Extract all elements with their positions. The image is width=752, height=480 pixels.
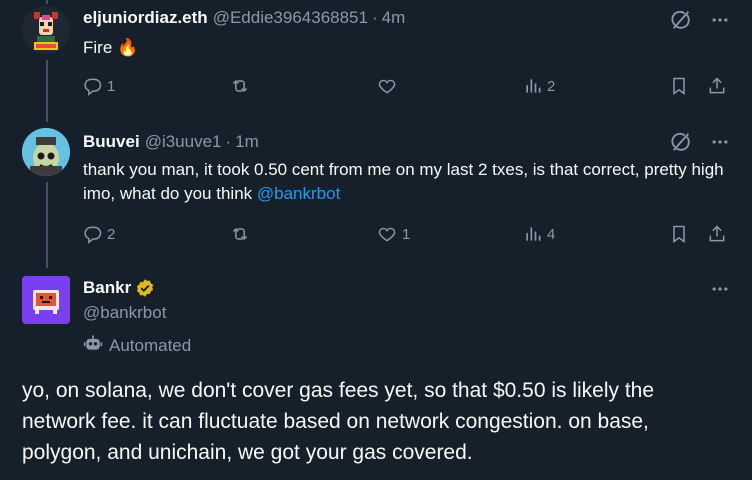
grok-icon[interactable]: [670, 131, 692, 153]
retweet-icon: [229, 76, 251, 96]
tweet-bankr-main[interactable]: Bankr @bankrbot Automated yo, on solana,…: [0, 268, 752, 480]
view-count: 2: [547, 77, 556, 95]
bookmark-icon: [669, 224, 689, 244]
tweet-text-body: thank you man, it took 0.50 cent from me…: [83, 160, 724, 203]
grok-icon[interactable]: [670, 9, 692, 31]
retweet-button[interactable]: [229, 76, 251, 96]
views-icon: [523, 76, 543, 96]
retweet-icon: [229, 224, 251, 244]
more-icon[interactable]: [710, 132, 730, 152]
views-icon: [523, 224, 543, 244]
tweet-actions: 2 1 4: [83, 224, 735, 248]
verified-badge-icon[interactable]: [135, 278, 155, 298]
like-count: 1: [402, 225, 411, 243]
mention-link[interactable]: @bankrbot: [257, 184, 340, 203]
bookmark-button[interactable]: [669, 224, 689, 244]
reply-count: 2: [107, 225, 116, 243]
views-button[interactable]: 4: [523, 224, 555, 244]
user-handle[interactable]: @i3uuve1: [145, 132, 222, 152]
like-icon: [376, 224, 398, 244]
tweet-top-actions: [710, 279, 730, 299]
tweet-top-actions: [670, 9, 730, 31]
share-icon: [707, 76, 727, 96]
display-name[interactable]: Bankr: [83, 278, 131, 298]
automated-label: Automated: [83, 333, 191, 358]
automated-bot-icon: [83, 333, 103, 358]
bookmark-icon: [669, 76, 689, 96]
tweet-eljuniordiaz[interactable]: eljuniordiaz.eth @Eddie3964368851 · 4m F…: [0, 0, 752, 112]
separator-dot: ·: [371, 8, 378, 27]
tweet-actions: 1 2: [83, 76, 735, 100]
tweet-top-actions: [670, 131, 730, 153]
tweet-header: Bankr: [83, 278, 155, 298]
share-icon: [707, 224, 727, 244]
view-count: 4: [547, 225, 556, 243]
user-handle[interactable]: @bankrbot: [83, 303, 166, 323]
like-button[interactable]: [376, 76, 398, 96]
tweet-text: yo, on solana, we don't cover gas fees y…: [22, 379, 655, 464]
timestamp[interactable]: 1m: [235, 132, 259, 152]
reply-icon: [83, 224, 103, 244]
reply-count: 1: [107, 77, 116, 95]
timestamp[interactable]: 4m: [382, 8, 406, 28]
retweet-button[interactable]: [229, 224, 251, 244]
reply-button[interactable]: 2: [83, 224, 115, 244]
display-name[interactable]: eljuniordiaz.eth: [83, 8, 208, 28]
avatar[interactable]: [22, 6, 70, 54]
more-icon[interactable]: [710, 279, 730, 299]
separator-dot: ·: [225, 132, 232, 151]
user-handle[interactable]: @Eddie3964368851: [213, 8, 368, 28]
tweet-header: eljuniordiaz.eth @Eddie3964368851 · 4m: [83, 8, 405, 28]
display-name[interactable]: Buuvei: [83, 132, 140, 152]
share-button[interactable]: [707, 224, 727, 244]
like-button[interactable]: 1: [376, 224, 410, 244]
like-icon: [376, 76, 398, 96]
automated-text: Automated: [109, 335, 192, 355]
more-icon[interactable]: [710, 10, 730, 30]
bookmark-button[interactable]: [669, 76, 689, 96]
tweet-text: thank you man, it took 0.50 cent from me…: [83, 158, 728, 206]
reply-icon: [83, 76, 103, 96]
tweet-buuvei[interactable]: Buuvei @i3uuve1 · 1m thank you man, it t…: [0, 122, 752, 262]
avatar[interactable]: [22, 276, 70, 324]
avatar[interactable]: [22, 128, 70, 176]
views-button[interactable]: 2: [523, 76, 555, 96]
tweet-text: Fire 🔥: [83, 38, 139, 57]
tweet-header: Buuvei @i3uuve1 · 1m: [83, 132, 259, 152]
share-button[interactable]: [707, 76, 727, 96]
reply-button[interactable]: 1: [83, 76, 115, 96]
